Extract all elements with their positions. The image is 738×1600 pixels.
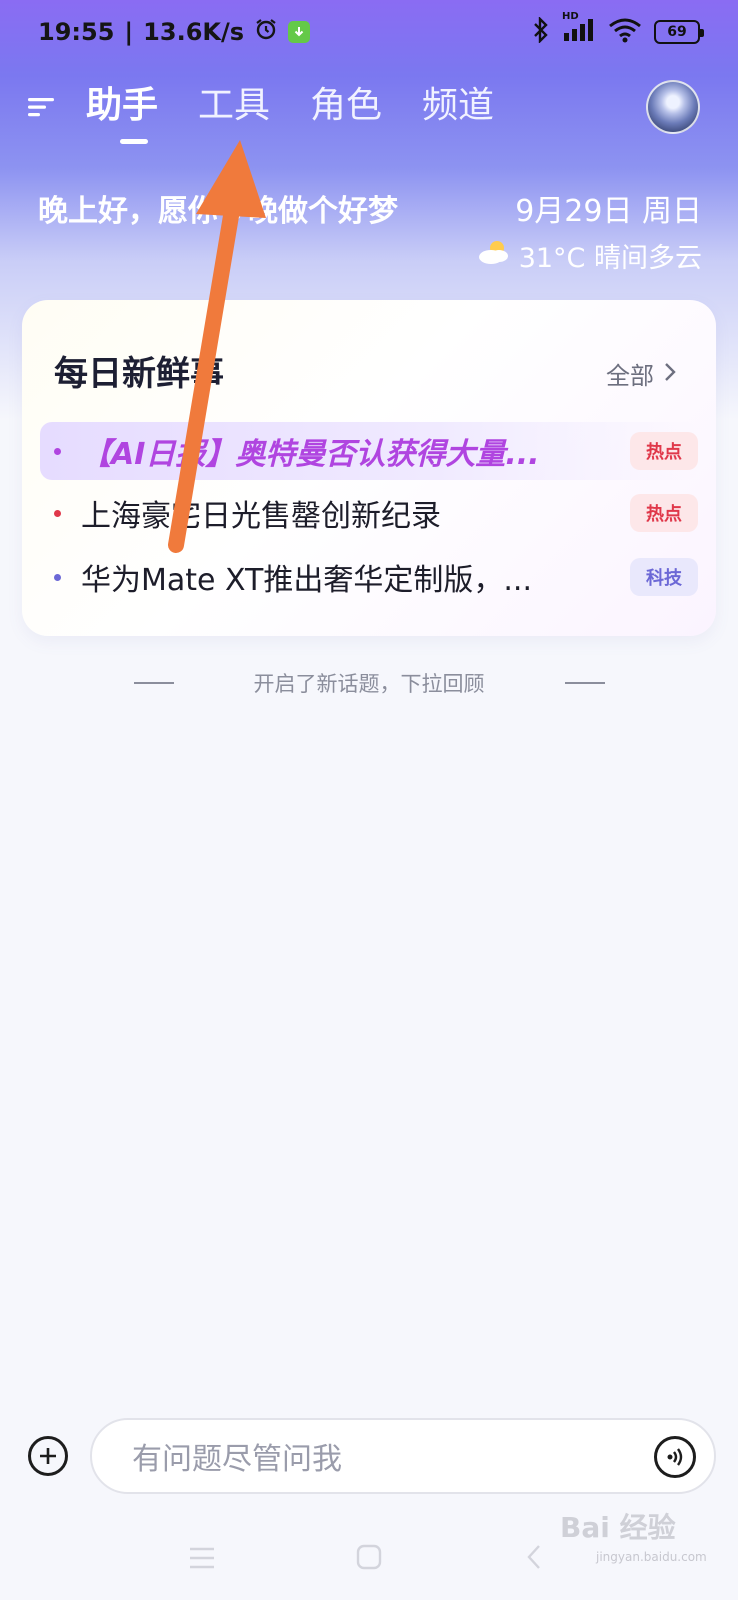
bluetooth-icon (532, 16, 550, 47)
chat-input[interactable]: 有问题尽管问我 (90, 1418, 716, 1494)
view-all-link[interactable]: 全部 (606, 356, 676, 391)
news-title: 华为Mate XT推出奢华定制版，... (81, 563, 532, 598)
wifi-icon (608, 17, 642, 47)
nav-back-icon[interactable] (526, 1544, 542, 1574)
tab-bar: 助手 工具 角色 频道 (86, 78, 494, 144)
tab-tools[interactable]: 工具 (198, 78, 270, 134)
weather: 31°C 晴间多云 (477, 236, 702, 275)
news-title: 【AI日报】奥特曼否认获得大量... (81, 437, 540, 472)
baidu-watermark-url: jingyan.baidu.com (596, 1550, 707, 1564)
signal-icon: HD (562, 11, 596, 47)
news-tag-hot: 热点 (630, 494, 698, 532)
status-net-speed: 13.6K/s (143, 18, 245, 46)
divider-line-left (133, 682, 174, 684)
tab-assistant[interactable]: 助手 (86, 78, 158, 144)
top-nav: 助手 工具 角色 频道 (0, 78, 738, 148)
status-time: 19:55 (38, 18, 115, 46)
status-bar: 19:55 | 13.6K/s HD 69 (0, 0, 738, 64)
news-tag-tech: 科技 (630, 558, 698, 596)
chevron-right-icon (664, 360, 676, 388)
voice-wave-icon (667, 1448, 683, 1466)
baidu-watermark: Bai 经验 (560, 1511, 676, 1544)
add-button[interactable] (28, 1436, 68, 1476)
tab-roles[interactable]: 角色 (310, 78, 382, 134)
battery-level: 69 (667, 24, 687, 40)
date-text: 9月29日 周日 (515, 194, 702, 229)
bullet (54, 447, 61, 455)
news-item[interactable]: 华为Mate XT推出奢华定制版，... 科技 (40, 548, 698, 606)
hd-label: HD (562, 11, 579, 22)
card-title: 每日新鲜事 (54, 354, 224, 394)
avatar[interactable] (646, 80, 700, 134)
news-tag-hot: 热点 (630, 432, 698, 470)
partly-cloudy-icon (477, 238, 511, 273)
status-separator: | (124, 18, 134, 46)
news-item[interactable]: 【AI日报】奥特曼否认获得大量... 热点 (40, 422, 698, 480)
battery-icon: 69 (654, 20, 704, 44)
menu-icon[interactable] (26, 92, 56, 122)
bullet (54, 509, 61, 517)
divider-text: 开启了新话题，下拉回顾 (253, 672, 485, 696)
chat-input-bar: 有问题尽管问我 (0, 1418, 738, 1494)
greeting-text: 晚上好，愿你今晚做个好梦 (38, 194, 398, 229)
download-icon (288, 21, 311, 43)
news-item[interactable]: 上海豪宅日光售罄创新纪录 热点 (40, 484, 698, 542)
plus-icon (40, 1448, 56, 1464)
weather-text: 31°C 晴间多云 (518, 243, 702, 274)
topic-divider: 开启了新话题，下拉回顾 (0, 668, 738, 698)
bullet (54, 573, 61, 581)
news-title: 上海豪宅日光售罄创新纪录 (81, 499, 441, 534)
status-right: HD 69 (532, 11, 704, 47)
status-left: 19:55 | 13.6K/s (38, 17, 311, 47)
divider-line-right (564, 682, 605, 684)
tab-channels[interactable]: 频道 (422, 78, 494, 134)
nav-home-icon[interactable] (356, 1544, 382, 1574)
daily-news-card: 每日新鲜事 全部 【AI日报】奥特曼否认获得大量... 热点 上海豪宅日光售罄创… (22, 300, 716, 636)
alarm-icon (254, 17, 278, 47)
voice-button[interactable] (654, 1436, 696, 1478)
view-all-label: 全部 (606, 362, 654, 390)
chat-input-placeholder: 有问题尽管问我 (132, 1442, 342, 1477)
nav-menu-icon[interactable] (188, 1546, 216, 1574)
